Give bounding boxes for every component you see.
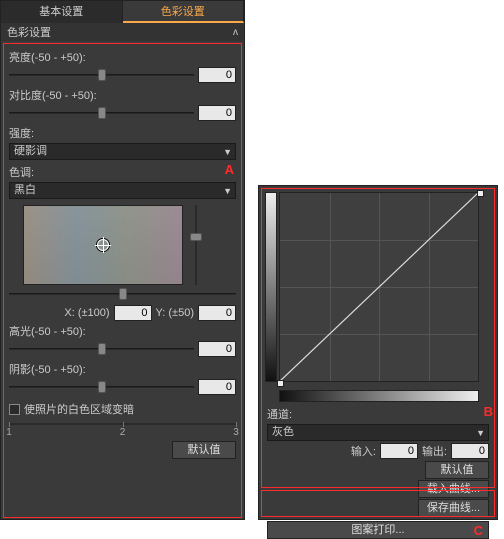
load-curve-button[interactable]: 载入曲线...: [418, 480, 489, 498]
marker-a: A: [225, 162, 234, 177]
section-title: 色彩设置: [7, 24, 51, 40]
hue-slider[interactable]: [9, 287, 236, 301]
section-header-color[interactable]: 色彩设置 ᴧ: [1, 23, 244, 41]
darken-white-label: 使照片的白色区域变暗: [24, 401, 134, 417]
curve-handle-high[interactable]: [477, 190, 484, 197]
darken-white-checkbox[interactable]: [9, 404, 20, 415]
contrast-value[interactable]: 0: [198, 105, 236, 121]
y-label: Y: (±50): [156, 307, 194, 319]
highlight-value[interactable]: 0: [198, 341, 236, 357]
tabs: 基本设置 色彩设置: [1, 1, 244, 23]
curves-panel: 通道: B 灰色 输入: 0 输出: 0 默认值 载入曲线... 保存曲线...…: [258, 185, 498, 520]
intensity-label: 强度:: [9, 125, 236, 141]
x-label: X: (±100): [64, 307, 109, 319]
output-label: 输出:: [422, 443, 447, 459]
palette-vertical-slider[interactable]: [189, 205, 203, 285]
pattern-print-button[interactable]: 图案打印...: [267, 521, 489, 539]
steps-slider[interactable]: 1 2 3: [9, 423, 236, 437]
tick-3: 3: [233, 427, 239, 438]
output-value[interactable]: 0: [451, 443, 489, 459]
highlight-label: 高光(-50 - +50):: [9, 323, 236, 339]
input-value[interactable]: 0: [380, 443, 418, 459]
curves-default-button[interactable]: 默认值: [425, 461, 489, 479]
curves-graph[interactable]: [279, 192, 479, 382]
color-palette[interactable]: [23, 205, 183, 285]
contrast-label: 对比度(-50 - +50):: [9, 87, 236, 103]
y-value[interactable]: 0: [198, 305, 236, 321]
tick-2: 2: [120, 427, 126, 438]
contrast-slider[interactable]: [9, 106, 194, 120]
palette-picker-icon[interactable]: [97, 239, 109, 251]
curve-handle-low[interactable]: [277, 380, 284, 387]
brightness-value[interactable]: 0: [198, 67, 236, 83]
save-curve-button[interactable]: 保存曲线...: [418, 499, 489, 517]
shadow-value[interactable]: 0: [198, 379, 236, 395]
brightness-label: 亮度(-50 - +50):: [9, 49, 236, 65]
tick-1: 1: [6, 427, 12, 438]
marker-c: C: [474, 523, 483, 538]
marker-b: B: [484, 404, 493, 419]
shadow-slider[interactable]: [9, 380, 194, 394]
curve-line: [280, 193, 478, 381]
x-value[interactable]: 0: [114, 305, 152, 321]
input-label: 输入:: [351, 443, 376, 459]
tab-basic[interactable]: 基本设置: [1, 1, 123, 23]
intensity-select[interactable]: 硬影调: [9, 143, 236, 160]
channel-select[interactable]: 灰色: [267, 424, 489, 441]
shadow-label: 阴影(-50 - +50):: [9, 361, 236, 377]
tone-select[interactable]: 黑白: [9, 182, 236, 199]
vertical-gradient: [265, 192, 277, 382]
horizontal-gradient: [279, 390, 479, 402]
channel-label: 通道:: [267, 406, 489, 422]
curves-area: [259, 186, 497, 388]
brightness-slider[interactable]: [9, 68, 194, 82]
color-settings-panel: 基本设置 色彩设置 色彩设置 ᴧ 亮度(-50 - +50): 0 对比度(-5…: [0, 0, 245, 520]
color-settings-content: 亮度(-50 - +50): 0 对比度(-50 - +50): 0 强度: 硬…: [1, 41, 244, 464]
tone-label: 色调:: [9, 164, 236, 180]
default-button[interactable]: 默认值: [172, 441, 236, 459]
collapse-icon: ᴧ: [233, 27, 238, 38]
tab-color[interactable]: 色彩设置: [123, 1, 245, 23]
highlight-slider[interactable]: [9, 342, 194, 356]
